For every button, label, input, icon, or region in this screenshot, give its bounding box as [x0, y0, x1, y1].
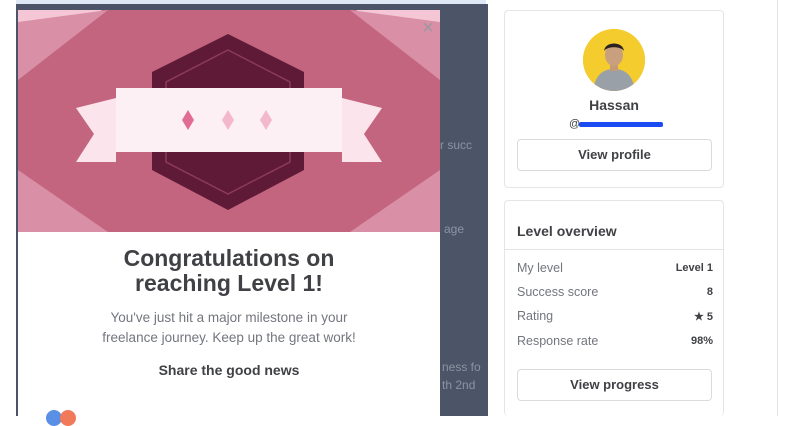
stat-value: 8: [706, 286, 713, 298]
stat-row-my-level: My level Level 1: [517, 261, 713, 279]
avatar-stack: [46, 410, 82, 426]
view-progress-button[interactable]: View progress: [517, 369, 712, 401]
background-text: th 2nd: [442, 378, 476, 392]
avatar[interactable]: [583, 29, 645, 91]
celebration-banner: [18, 10, 440, 292]
stat-value: Level 1: [675, 262, 713, 274]
username: Hassan: [589, 97, 639, 113]
background-text: r succ: [440, 138, 473, 152]
modal-title-line: reaching Level 1!: [135, 270, 323, 296]
stat-row-rating: Rating ★ 5: [517, 309, 713, 327]
level-up-modal: × Congratulations on reaching Level 1! Y…: [18, 10, 440, 416]
share-news-button[interactable]: Share the good news: [18, 362, 440, 378]
modal-title: Congratulations on reaching Level 1!: [18, 246, 440, 296]
celebration-illustration: [18, 10, 440, 292]
background-text: ness fo: [442, 360, 481, 374]
stat-label: My level: [517, 261, 563, 275]
modal-message-line: freelance journey. Keep up the great wor…: [102, 330, 356, 345]
modal-title-line: Congratulations on: [123, 245, 335, 271]
divider: [505, 249, 723, 250]
modal-message: You've just hit a major milestone in you…: [18, 308, 440, 348]
stat-value: 98%: [690, 335, 713, 347]
user-photo: [583, 29, 645, 91]
level-overview-card: Level overview My level Level 1 Success …: [504, 200, 724, 416]
stat-row-response-rate: Response rate 98%: [517, 334, 713, 352]
stat-label: Rating: [517, 309, 554, 323]
view-profile-button[interactable]: View profile: [517, 139, 712, 171]
background-text: age: [444, 222, 465, 236]
stat-value: ★ 5: [693, 311, 713, 323]
stat-row-success-score: Success score 8: [517, 285, 713, 303]
stat-label: Response rate: [517, 334, 599, 348]
redacted-handle: [579, 122, 663, 127]
close-icon[interactable]: ×: [418, 18, 438, 38]
modal-message-line: You've just hit a major milestone in you…: [110, 310, 348, 325]
card-title: Level overview: [517, 223, 617, 239]
avatar: [60, 410, 76, 426]
stat-label: Success score: [517, 285, 599, 299]
profile-card: Hassan @ View profile: [504, 10, 724, 188]
